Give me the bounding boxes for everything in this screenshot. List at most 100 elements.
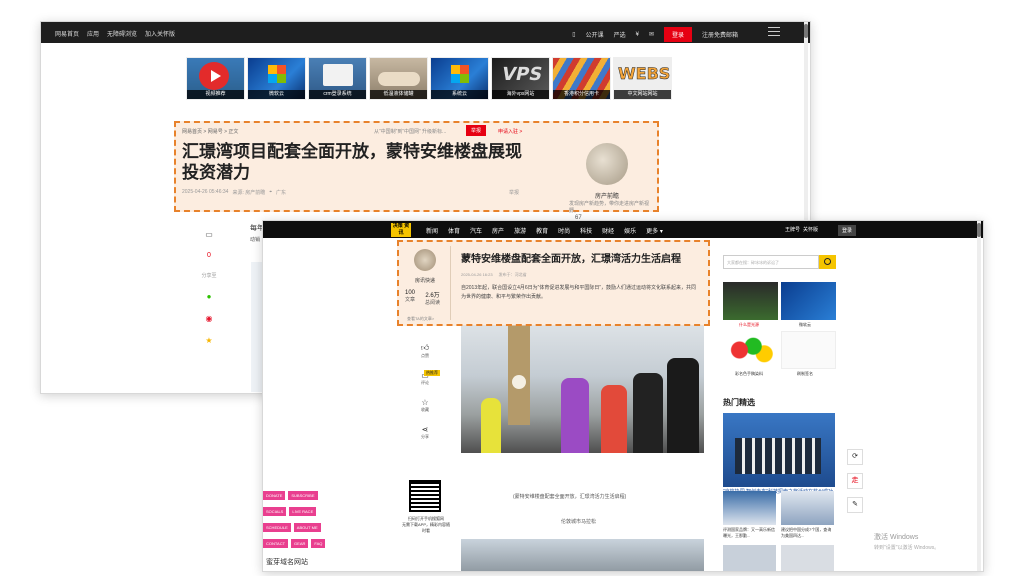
ad-tile[interactable]: crm登录系统: [308, 57, 367, 100]
nav-apps[interactable]: 应用: [87, 29, 99, 38]
donate-button[interactable]: DONATE: [263, 491, 286, 500]
headline-ticker[interactable]: 从“中国制”到“中国网” 升级新标...: [374, 128, 446, 135]
weibo-icon[interactable]: ◉: [201, 314, 217, 323]
menu-icon[interactable]: [768, 27, 780, 36]
search-input[interactable]: 大家都在搜：碎冰冰的诉讼了: [723, 255, 819, 269]
marathon-photo: [461, 325, 704, 453]
ace-account-link[interactable]: 王牌号: [785, 226, 800, 233]
yen-icon[interactable]: ¥: [636, 32, 639, 38]
ad-thumb[interactable]: [723, 331, 778, 369]
register-mail-link[interactable]: 注册免费邮箱: [702, 30, 738, 39]
ad-thumb[interactable]: [781, 331, 836, 369]
nav-tech[interactable]: 科技: [580, 226, 592, 235]
report-button[interactable]: 举报: [466, 125, 487, 136]
schedule-button[interactable]: SCHEDULE: [263, 523, 291, 532]
article-count: 100 文章: [405, 290, 415, 306]
nav-yanxuan[interactable]: 严选: [614, 30, 626, 39]
nav-home[interactable]: 网易首页: [55, 29, 79, 38]
care-mode-link[interactable]: 关怀版: [803, 226, 818, 233]
nav-news[interactable]: 新闻: [426, 226, 438, 235]
ad-tile[interactable]: 系统云: [430, 57, 489, 100]
mini-news-image[interactable]: [781, 545, 834, 571]
nav-auto[interactable]: 汽车: [470, 226, 482, 235]
hot-picks-image[interactable]: [723, 413, 835, 487]
article-source: 来源: 房产前瞻: [232, 190, 266, 196]
faq-button[interactable]: FAQ: [311, 539, 326, 548]
big-ben-tower: [508, 325, 530, 425]
read-count: 2.6万 总阅读: [425, 290, 440, 306]
share-label: 分享: [421, 434, 429, 439]
ad-tile[interactable]: VPS 海外vps网站: [491, 57, 550, 100]
report-link[interactable]: 举报: [509, 189, 519, 196]
socials-button[interactable]: SOCIALS: [263, 507, 287, 516]
mini-news-image[interactable]: [723, 491, 776, 525]
mini-news-image[interactable]: [781, 491, 834, 525]
breadcrumb[interactable]: 网易首页 > 网易号 > 正文: [182, 128, 238, 135]
runner-figure: [601, 385, 627, 453]
ad-label: 视频推荐: [187, 90, 244, 99]
nav-travel[interactable]: 旅游: [514, 226, 526, 235]
author-avatar[interactable]: [414, 249, 436, 271]
nav-sports[interactable]: 体育: [448, 226, 460, 235]
author-name[interactable]: 房产前瞻: [586, 191, 628, 200]
stat-value: 2.6万: [425, 293, 440, 299]
nav-care-mode[interactable]: 加入关怀版: [145, 29, 175, 38]
qr-code[interactable]: [409, 480, 441, 512]
ad-tile[interactable]: 视频推荐: [186, 57, 245, 100]
nav-accessibility[interactable]: 无障碍浏览: [107, 29, 137, 38]
ad-label: crm登录系统: [309, 90, 366, 99]
edit-icon[interactable]: ✎: [847, 497, 863, 513]
share-icon[interactable]: ⋖: [415, 425, 435, 434]
share-label: 分享至: [201, 273, 217, 279]
login-button[interactable]: 登录: [663, 27, 692, 42]
about-me-button[interactable]: ABOUT ME: [293, 523, 321, 532]
nav-edu[interactable]: 教育: [536, 226, 548, 235]
view-articles-link[interactable]: 查看TA的文章>: [407, 316, 434, 322]
mini-news-title[interactable]: 评测国家品牌：又一高乐新信曝光，王那勤...: [723, 527, 776, 539]
nav-finance[interactable]: 财经: [602, 226, 614, 235]
nav-fashion[interactable]: 时尚: [558, 226, 570, 235]
star-icon[interactable]: ☆: [415, 398, 435, 407]
ad-tile[interactable]: 香港积分信用卡: [552, 57, 611, 100]
ad-tile[interactable]: 低温液体储罐: [369, 57, 428, 100]
nav-house[interactable]: 房产: [492, 226, 504, 235]
mini-news-title[interactable]: 建议把中国分成7个国，查询为美国四达...: [781, 527, 834, 539]
runner-figure: [633, 373, 663, 453]
ad-tile[interactable]: 微软云: [247, 57, 306, 100]
nav-open-course[interactable]: 公开课: [586, 30, 604, 39]
refresh-icon[interactable]: ⟳: [847, 449, 863, 465]
site-logo[interactable]: 决策 资讯: [391, 223, 411, 237]
like-icon[interactable]: 👍︎: [415, 343, 435, 353]
live-race-button[interactable]: LIVE RACE: [289, 507, 317, 516]
mini-news-image[interactable]: [723, 545, 776, 571]
ad-label: 系统云: [431, 90, 488, 99]
left-action-rail: ▭ 0 分享至 ● ◉ ★: [201, 230, 217, 358]
author-name[interactable]: 房讯快递: [405, 277, 445, 284]
mobile-icon[interactable]: ▯: [572, 31, 575, 38]
ad-label: 微软云: [248, 90, 305, 99]
nav-more[interactable]: 更多 ▾: [646, 226, 663, 235]
login-button[interactable]: 登录: [838, 225, 857, 236]
ad-thumb[interactable]: [781, 282, 836, 320]
wechat-icon[interactable]: ●: [201, 292, 217, 301]
search-icon[interactable]: [819, 255, 836, 269]
nav-ent[interactable]: 娱乐: [624, 226, 636, 235]
apply-settle-link[interactable]: 申请入驻 >: [498, 128, 522, 135]
scrollbar[interactable]: [977, 221, 981, 571]
activation-subtitle: 转到"设置"以激活 Windows。: [874, 545, 940, 551]
ad-tile[interactable]: WEBSI 中文网站网站: [613, 57, 672, 100]
mail-icon[interactable]: ✉: [649, 31, 654, 38]
article-header-highlight: 房讯快递 100 文章 2.6万 总阅读 查看TA的文章> 蒙特安维楼盘配套全面开放…: [397, 240, 710, 326]
ad-thumb-label: 微软云: [799, 322, 811, 327]
stat-value: 100: [405, 290, 416, 296]
ad-thumb[interactable]: [723, 282, 778, 320]
contact-button[interactable]: CONTACT: [263, 539, 289, 548]
qzone-icon[interactable]: ★: [201, 336, 217, 345]
pink-button-grid: DONATE SUBSCRIBE SOCIALS LIVE RACE SCHED…: [263, 491, 338, 548]
hot-icon[interactable]: 走: [847, 473, 863, 489]
gear-button[interactable]: GEAR: [291, 539, 309, 548]
comment-icon[interactable]: ▭: [201, 230, 217, 239]
subscribe-button[interactable]: SUBSCRIBE: [288, 491, 318, 500]
tank-image: [378, 72, 420, 86]
author-avatar[interactable]: [586, 143, 628, 185]
